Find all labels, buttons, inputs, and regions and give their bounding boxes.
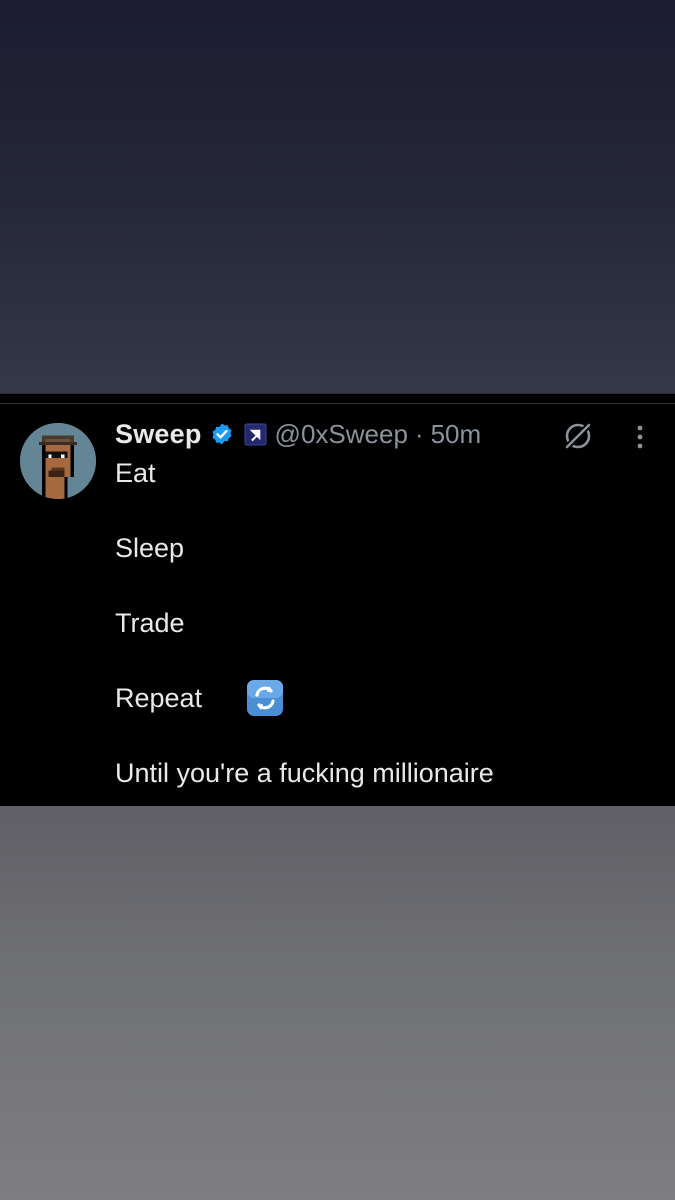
separator-dot: · xyxy=(414,418,424,449)
grok-icon[interactable] xyxy=(561,419,595,453)
repeat-arrows-emoji-icon xyxy=(247,680,284,716)
background-top-gradient xyxy=(0,0,675,393)
avatar[interactable] xyxy=(20,423,96,499)
verified-badge-icon xyxy=(212,423,232,445)
tweet-card[interactable]: Sweep @0xSweep · 50m Eat Sleep Trade Rep… xyxy=(0,393,675,806)
display-name[interactable]: Sweep xyxy=(115,419,202,450)
timestamp[interactable]: 50m xyxy=(431,419,482,450)
tweet-line-sleep: Sleep xyxy=(115,533,185,563)
tweet-line-trade: Trade xyxy=(115,608,185,638)
divider xyxy=(0,403,675,404)
affiliation-badge-icon[interactable] xyxy=(244,422,267,446)
tweet-line-repeat-row: Repeat xyxy=(115,679,655,717)
more-vertical-icon[interactable] xyxy=(628,422,652,452)
tweet-header: Sweep @0xSweep · 50m xyxy=(115,416,481,452)
background-bottom-gradient xyxy=(0,806,675,1200)
tweet-line-eat: Eat xyxy=(115,458,156,488)
tweet-line-repeat: Repeat xyxy=(115,683,203,713)
tweet-text: Eat Sleep Trade Repeat Until you're a fu… xyxy=(115,454,655,792)
handle[interactable]: @0xSweep xyxy=(275,419,408,450)
tweet-line-until: Until you're a fucking millionaire xyxy=(115,758,494,788)
